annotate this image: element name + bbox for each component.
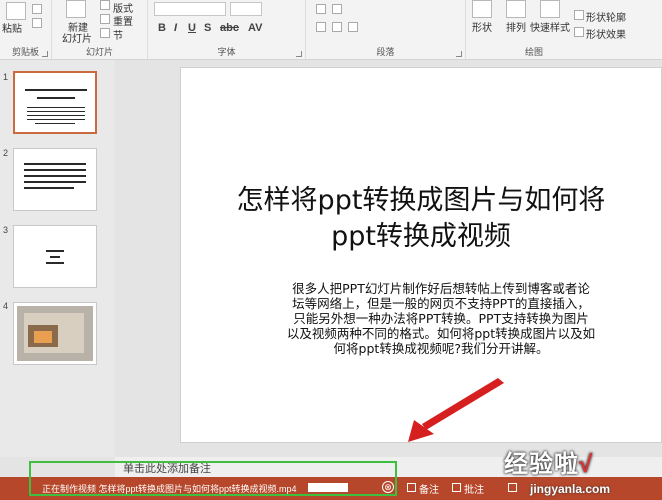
watermark-text: 经验啦√ <box>504 451 594 478</box>
font-size-dropdown[interactable] <box>230 2 262 16</box>
bold-button[interactable]: B <box>158 22 166 34</box>
shape-effects-label[interactable]: 形状效果 <box>586 26 626 41</box>
slide-thumbnail-pane: 1 2 3 4 <box>0 60 115 457</box>
clipboard-group: 粘贴 剪贴板 <box>0 0 52 59</box>
layout-icon[interactable] <box>100 0 110 10</box>
paragraph-group-label: 段落 <box>376 47 395 57</box>
slide-body-line: 只能另外想一种办法将PPT转换。PPT支持转换为图片 <box>293 311 589 326</box>
align-center-icon[interactable] <box>332 22 342 32</box>
progress-highlight-box <box>29 461 397 496</box>
slide-title-line: 怎样将ppt转换成图片与如何将 <box>236 185 606 216</box>
thumbnail-number: 1 <box>3 72 9 82</box>
notes-toggle-icon[interactable] <box>407 483 416 492</box>
align-left-icon[interactable] <box>316 22 326 32</box>
shape-label[interactable]: 形状 <box>472 19 492 34</box>
shape-icon[interactable] <box>472 0 492 18</box>
slides-group-label: 幻灯片 <box>85 47 113 57</box>
watermark-url: jingyanla.com <box>530 482 611 496</box>
drawing-group-label: 绘图 <box>524 47 543 57</box>
ribbon: 粘贴 剪贴板 新建 幻灯片 版式 重置 节 幻灯片 B I U S abc AV… <box>0 0 662 60</box>
slide-title[interactable]: 怎样将ppt转换成图片与如何将 ppt转换成视频 <box>181 183 661 255</box>
slide-body-text[interactable]: 很多人把PPT幻灯片制作好后想转帖上传到博客或者论 坛等网络上，但是一般的网页不… <box>251 281 631 356</box>
slide-body-line: 以及视频两种不同的格式。如何将ppt转换成图片以及如 <box>286 326 596 341</box>
paste-icon[interactable] <box>6 2 26 20</box>
comments-toggle-button[interactable]: 批注 <box>464 481 484 496</box>
slide-body-line: 很多人把PPT幻灯片制作好后想转帖上传到博客或者论 <box>292 281 590 296</box>
align-right-icon[interactable] <box>348 22 358 32</box>
thumbnail-number: 2 <box>3 148 9 158</box>
section-label[interactable]: 节 <box>113 27 123 42</box>
slides-group: 新建 幻灯片 版式 重置 节 幻灯片 <box>52 0 148 59</box>
paste-label[interactable]: 粘贴 <box>2 20 22 35</box>
font-group-label: 字体 <box>217 47 236 57</box>
font-group: B I U S abc AV 字体 <box>148 0 306 59</box>
annotation-arrow-icon <box>408 378 504 442</box>
slide-body-line: 何将ppt转换成视频呢?我们分开讲解。 <box>333 341 549 356</box>
watermark: 经验啦√ jingyanla.com <box>504 444 662 500</box>
cut-icon[interactable] <box>32 4 42 14</box>
drawing-group: 形状 排列 快速样式 形状轮廓 形状效果 绘图 <box>466 0 662 59</box>
strikethrough-button[interactable]: abc <box>220 22 239 34</box>
thumbnail-number: 3 <box>3 225 9 235</box>
arrange-icon[interactable] <box>506 0 526 18</box>
shape-outline-icon[interactable] <box>574 10 584 20</box>
shadow-button[interactable]: S <box>204 22 211 34</box>
spacing-button[interactable]: AV <box>248 22 262 34</box>
copy-icon[interactable] <box>32 18 42 28</box>
slide-thumbnail-2[interactable] <box>13 148 97 211</box>
paragraph-launcher-icon[interactable] <box>456 51 462 57</box>
font-family-dropdown[interactable] <box>154 2 226 16</box>
underline-button[interactable]: U <box>188 22 196 34</box>
slide-body-line: 坛等网络上，但是一般的网页不支持PPT的直接插入， <box>292 296 590 311</box>
reset-icon[interactable] <box>100 14 110 24</box>
new-slide-icon[interactable] <box>66 0 86 18</box>
italic-button[interactable]: I <box>174 22 177 34</box>
slide-thumbnail-3[interactable] <box>13 225 97 288</box>
thumbnail-number: 4 <box>3 301 9 311</box>
paragraph-group: 段落 <box>306 0 466 59</box>
bullets-icon[interactable] <box>316 4 326 14</box>
comments-toggle-icon[interactable] <box>452 483 461 492</box>
quick-styles-icon[interactable] <box>540 0 560 18</box>
section-icon[interactable] <box>100 28 110 38</box>
notes-toggle-button[interactable]: 备注 <box>419 481 439 496</box>
slide-title-line: ppt转换成视频 <box>331 221 511 252</box>
clipboard-launcher-icon[interactable] <box>42 51 48 57</box>
arrange-label[interactable]: 排列 <box>506 19 526 34</box>
slide-thumbnail-1[interactable] <box>13 71 97 134</box>
new-slide-label-2[interactable]: 幻灯片 <box>62 30 92 45</box>
quick-styles-label[interactable]: 快速样式 <box>530 19 570 34</box>
slide-thumbnail-4[interactable] <box>13 302 97 365</box>
font-launcher-icon[interactable] <box>296 51 302 57</box>
shape-effects-icon[interactable] <box>574 27 584 37</box>
numbering-icon[interactable] <box>332 4 342 14</box>
shape-outline-label[interactable]: 形状轮廓 <box>586 9 626 24</box>
reset-label[interactable]: 重置 <box>113 13 133 28</box>
